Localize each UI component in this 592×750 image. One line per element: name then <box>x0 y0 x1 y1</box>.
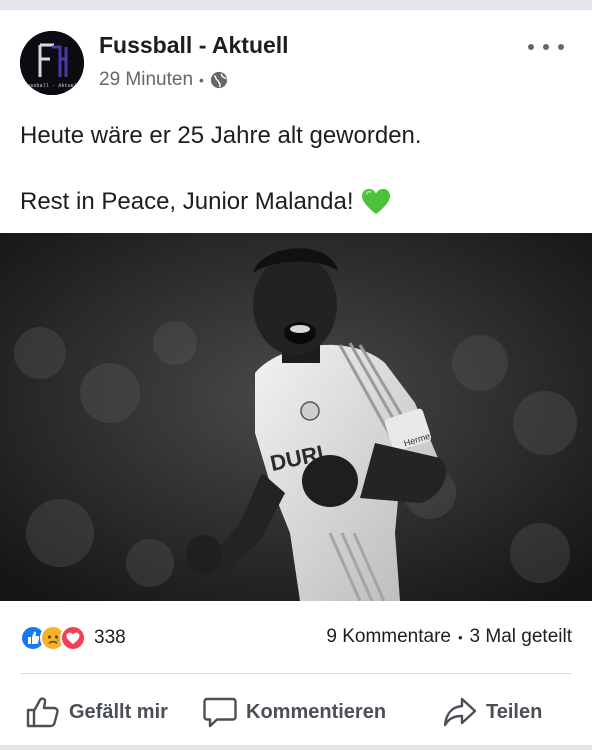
post-text-line-2-row: Rest in Peace, Junior Malanda! <box>20 188 391 216</box>
post-meta: 29 Minuten • <box>99 68 228 92</box>
page-logo-text: Fussball - Aktuell <box>24 83 80 89</box>
like-button[interactable]: Gefällt mir <box>26 696 168 728</box>
stats-separator: • <box>457 629 463 645</box>
comment-bubble-icon <box>203 697 237 728</box>
more-dot <box>543 44 549 50</box>
comment-button[interactable]: Kommentieren <box>203 696 386 728</box>
post-photo[interactable]: Hermes DURL <box>0 233 592 601</box>
page-logo-icon: Fussball - Aktuell <box>20 31 84 95</box>
meta-separator: • <box>199 72 204 88</box>
page-name[interactable]: Fussball - Aktuell <box>99 32 289 59</box>
feed-top-separator <box>0 0 592 10</box>
page-avatar[interactable]: Fussball - Aktuell <box>20 31 84 95</box>
more-options-icon[interactable] <box>528 38 564 56</box>
thumbs-up-icon <box>26 697 59 728</box>
more-dot <box>558 44 564 50</box>
football-player-celebrating-photo: Hermes DURL <box>0 233 592 601</box>
like-button-label: Gefällt mir <box>69 700 168 723</box>
post-text-line-2: Rest in Peace, Junior Malanda! <box>20 188 354 215</box>
share-button[interactable]: Teilen <box>443 696 542 728</box>
comment-count-link[interactable]: 9 Kommentare <box>326 626 451 648</box>
action-divider <box>20 673 572 674</box>
green-heart-emoji-icon <box>361 188 390 215</box>
reaction-summary[interactable]: 338 <box>20 624 126 652</box>
share-arrow-icon <box>443 697 477 727</box>
more-dot <box>528 44 534 50</box>
share-button-label: Teilen <box>486 700 543 723</box>
comment-button-label: Kommentieren <box>246 700 387 723</box>
share-count-link[interactable]: 3 Mal geteilt <box>470 626 572 648</box>
globe-icon <box>210 71 228 89</box>
love-reaction-icon <box>60 625 86 651</box>
feed-post: Fussball - Aktuell Fussball - Aktuell 29… <box>0 10 592 750</box>
feed-bottom-separator <box>0 745 592 750</box>
reaction-count: 338 <box>94 627 126 648</box>
post-text-line-1: Heute wäre er 25 Jahre alt geworden. <box>20 122 422 149</box>
engagement-stats: 9 Kommentare • 3 Mal geteilt <box>326 626 572 648</box>
post-timestamp[interactable]: 29 Minuten <box>99 69 193 91</box>
